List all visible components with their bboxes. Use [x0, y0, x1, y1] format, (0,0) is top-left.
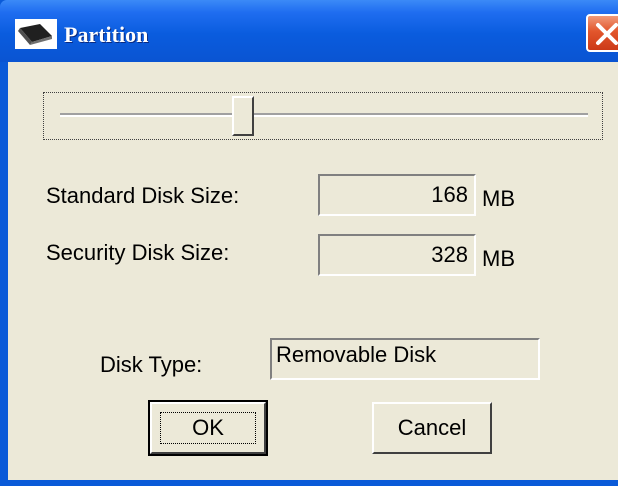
- cancel-button-label: Cancel: [397, 415, 467, 440]
- dialog-body: Standard Disk Size: 168 MB Security Disk…: [8, 62, 618, 480]
- security-disk-size-unit: MB: [482, 246, 515, 271]
- cancel-button[interactable]: Cancel: [372, 402, 492, 454]
- ok-button[interactable]: OK: [148, 400, 268, 456]
- ok-focus-rect: [160, 412, 256, 444]
- security-disk-size-label: Security Disk Size:: [46, 240, 230, 265]
- window-title: Partition: [64, 22, 149, 47]
- disk-type-field: Removable Disk: [270, 338, 540, 380]
- disk-icon: [15, 19, 57, 49]
- partition-dialog: Partition Standard Disk Size: 168 MB Sec…: [0, 0, 618, 486]
- title-bar[interactable]: Partition: [0, 0, 618, 62]
- disk-type-label: Disk Type:: [100, 352, 203, 377]
- slider-track[interactable]: [60, 113, 588, 117]
- standard-disk-size-field: 168: [318, 174, 476, 216]
- standard-disk-size-label: Standard Disk Size:: [46, 183, 240, 208]
- close-icon: [596, 23, 618, 45]
- slider-thumb[interactable]: [232, 96, 254, 136]
- close-button[interactable]: [586, 14, 618, 52]
- standard-disk-size-unit: MB: [482, 186, 515, 211]
- security-disk-size-field: 328: [318, 234, 476, 276]
